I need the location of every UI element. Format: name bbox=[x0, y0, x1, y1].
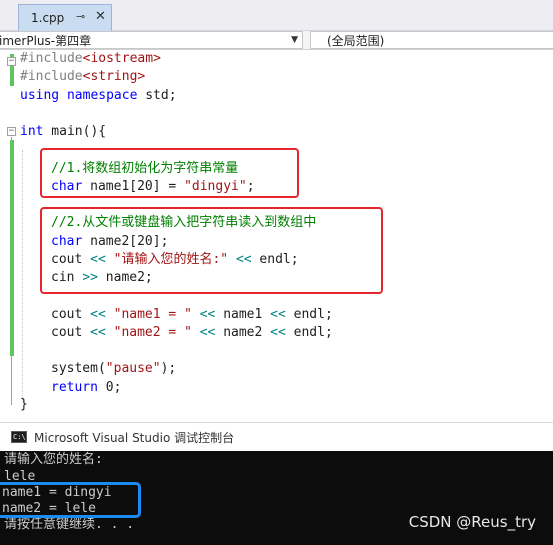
code-line-3: using namespace std; bbox=[20, 87, 177, 105]
string-literal: "name2 = " bbox=[105, 325, 200, 340]
operator: << bbox=[199, 307, 216, 322]
project-dropdown-value: imerPlus-第四章 bbox=[0, 33, 92, 48]
editor-tab-bar: 1.cpp ⊸ ✕ bbox=[0, 0, 553, 31]
code-text: endl; bbox=[285, 325, 333, 340]
pin-icon[interactable]: ⊸ bbox=[76, 11, 85, 23]
code-line-11: char name2[20]; bbox=[51, 233, 168, 251]
operator: << bbox=[270, 307, 286, 322]
code-line-1: #include<iostream> bbox=[20, 50, 161, 68]
code-text: cout bbox=[51, 252, 91, 267]
code-line-13: cin >> name2; bbox=[51, 269, 153, 287]
string-literal: "dingyi" bbox=[184, 179, 247, 194]
operator: << bbox=[270, 325, 286, 340]
code-text: cin bbox=[51, 270, 83, 285]
tab-title: 1.cpp bbox=[31, 11, 65, 25]
preprocessor: #include bbox=[20, 51, 83, 66]
operator: >> bbox=[82, 270, 98, 285]
indent-guide bbox=[22, 150, 23, 402]
code-line-15: cout << "name1 = " << name1 << endl; bbox=[51, 306, 333, 324]
console-icon: C:\ bbox=[11, 431, 27, 443]
code-text: name1 bbox=[215, 307, 271, 322]
keyword: return bbox=[51, 380, 98, 395]
string-literal: "请输入您的姓名:" bbox=[105, 252, 236, 267]
code-line-8: char name1[20] = "dingyi"; bbox=[51, 178, 255, 196]
editor-gutter bbox=[0, 50, 6, 422]
scope-dropdown[interactable]: (全局范围) bbox=[310, 31, 553, 49]
comment: //2.从文件或键盘输入把字符串读入到数组中 bbox=[51, 215, 317, 230]
code-line-16: cout << "name2 = " << name2 << endl; bbox=[51, 324, 333, 342]
vs-window: 1.cpp ⊸ ✕ imerPlus-第四章 ▼ (全局范围) − − #inc… bbox=[0, 0, 553, 545]
include-file: <string> bbox=[82, 69, 146, 84]
keyword: char bbox=[51, 179, 83, 194]
code-text: name2; bbox=[97, 270, 153, 285]
include-file: <iostream> bbox=[82, 51, 161, 66]
scope-dropdown-value: (全局范围) bbox=[327, 33, 385, 48]
code-editor[interactable]: − − #include<iostream> #include<string> … bbox=[0, 50, 553, 422]
operator: << bbox=[90, 325, 106, 340]
console-title: Microsoft Visual Studio 调试控制台 bbox=[34, 431, 235, 445]
code-text: cout bbox=[51, 307, 91, 322]
fold-toggle-icon[interactable]: − bbox=[7, 57, 16, 66]
debug-console[interactable]: 请输入您的姓名: lele name1 = dingyi name2 = lel… bbox=[0, 451, 553, 545]
comment: //1.将数组初始化为字符串常量 bbox=[51, 161, 239, 176]
tab-1-cpp[interactable]: 1.cpp ⊸ ✕ bbox=[18, 4, 112, 31]
console-line: lele bbox=[4, 469, 36, 484]
close-icon[interactable]: ✕ bbox=[95, 10, 106, 23]
function-call: system( bbox=[51, 361, 106, 376]
operator: << bbox=[199, 325, 216, 340]
code-text: ); bbox=[160, 361, 177, 376]
code-line-19: return 0; bbox=[51, 379, 121, 397]
code-text: ; bbox=[246, 179, 255, 194]
fold-toggle-icon[interactable]: − bbox=[7, 127, 16, 136]
code-line-18: system("pause"); bbox=[51, 360, 176, 378]
fold-line bbox=[11, 67, 12, 79]
console-line: name1 = dingyi bbox=[2, 485, 112, 500]
string-literal: "pause" bbox=[105, 361, 161, 376]
code-text: name2 bbox=[215, 325, 271, 340]
keyword: char bbox=[51, 234, 83, 249]
operator: << bbox=[90, 307, 106, 322]
console-line: name2 = lele bbox=[2, 501, 96, 516]
preprocessor: #include bbox=[20, 69, 83, 84]
code-text: name2[20]; bbox=[82, 234, 169, 249]
keyword: int bbox=[20, 124, 44, 139]
console-line: 请输入您的姓名: bbox=[4, 452, 103, 467]
code-text: endl; bbox=[251, 252, 299, 267]
watermark: CSDN @Reus_try bbox=[408, 513, 536, 531]
project-dropdown[interactable]: imerPlus-第四章 ▼ bbox=[0, 31, 303, 49]
operator: << bbox=[235, 252, 252, 267]
code-line-20: } bbox=[20, 396, 28, 414]
console-line: 请按任意键继续. . . bbox=[4, 517, 135, 532]
chevron-down-icon: ▼ bbox=[291, 35, 298, 45]
code-text: } bbox=[20, 397, 28, 412]
code-text: std; bbox=[137, 88, 177, 103]
fold-line bbox=[11, 137, 12, 405]
console-title-bar: C:\ Microsoft Visual Studio 调试控制台 bbox=[0, 422, 553, 451]
code-line-5: int main(){ bbox=[20, 123, 106, 141]
code-line-10: //2.从文件或键盘输入把字符串读入到数组中 bbox=[51, 214, 316, 232]
code-text: name1[20] = bbox=[82, 179, 185, 194]
code-text: endl; bbox=[285, 307, 333, 322]
code-line-12: cout << "请输入您的姓名:" << endl; bbox=[51, 251, 299, 269]
code-line-2: #include<string> bbox=[20, 68, 145, 86]
string-literal: "name1 = " bbox=[105, 307, 200, 322]
code-text: cout bbox=[51, 325, 91, 340]
operator: << bbox=[90, 252, 106, 267]
navigation-bar: imerPlus-第四章 ▼ (全局范围) bbox=[0, 31, 553, 50]
keyword: using namespace bbox=[20, 88, 138, 103]
code-text: main(){ bbox=[43, 124, 107, 139]
code-line-7: //1.将数组初始化为字符串常量 bbox=[51, 160, 238, 178]
code-text: 0; bbox=[97, 380, 122, 395]
